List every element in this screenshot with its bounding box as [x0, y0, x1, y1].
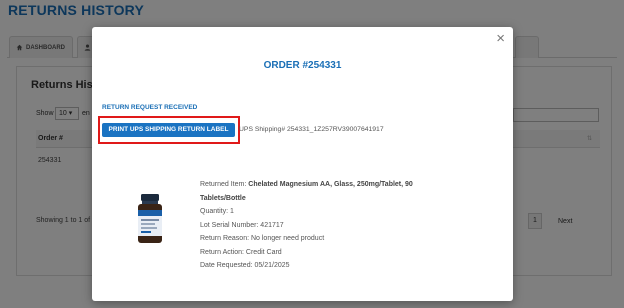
- returned-item-name-cont: Tablets/Bottle: [200, 194, 246, 202]
- print-ups-label-button[interactable]: PRINT UPS SHIPPING RETURN LABEL: [102, 123, 235, 137]
- return-action-text: Return Action: Credit Card: [200, 248, 282, 256]
- return-status: RETURN REQUEST RECEIVED: [102, 104, 198, 111]
- returned-item-name: Chelated Magnesium AA, Glass, 250mg/Tabl…: [248, 181, 413, 188]
- modal-title: ORDER #254331: [263, 60, 342, 71]
- returned-item-details: Returned Item: Chelated Magnesium AA, Gl…: [200, 178, 460, 273]
- returned-item-label: Returned Item:: [200, 181, 247, 188]
- quantity-text: Quantity: 1: [200, 208, 234, 215]
- returned-item-line: Returned Item: Chelated Magnesium AA, Gl…: [200, 178, 460, 192]
- ups-tracking-number: UPS Shipping# 254331_1Z257RV39007641917: [239, 126, 384, 133]
- order-modal: × ORDER #254331 RETURN REQUEST RECEIVED …: [92, 27, 513, 301]
- return-reason-text: Return Reason: No longer need product: [200, 235, 325, 242]
- product-bottle-image: [138, 194, 162, 243]
- date-requested-text: Date Requested: 05/21/2025: [200, 262, 290, 269]
- close-icon[interactable]: ×: [496, 30, 505, 48]
- lot-serial-text: Lot Serial Number: 421717: [200, 221, 284, 229]
